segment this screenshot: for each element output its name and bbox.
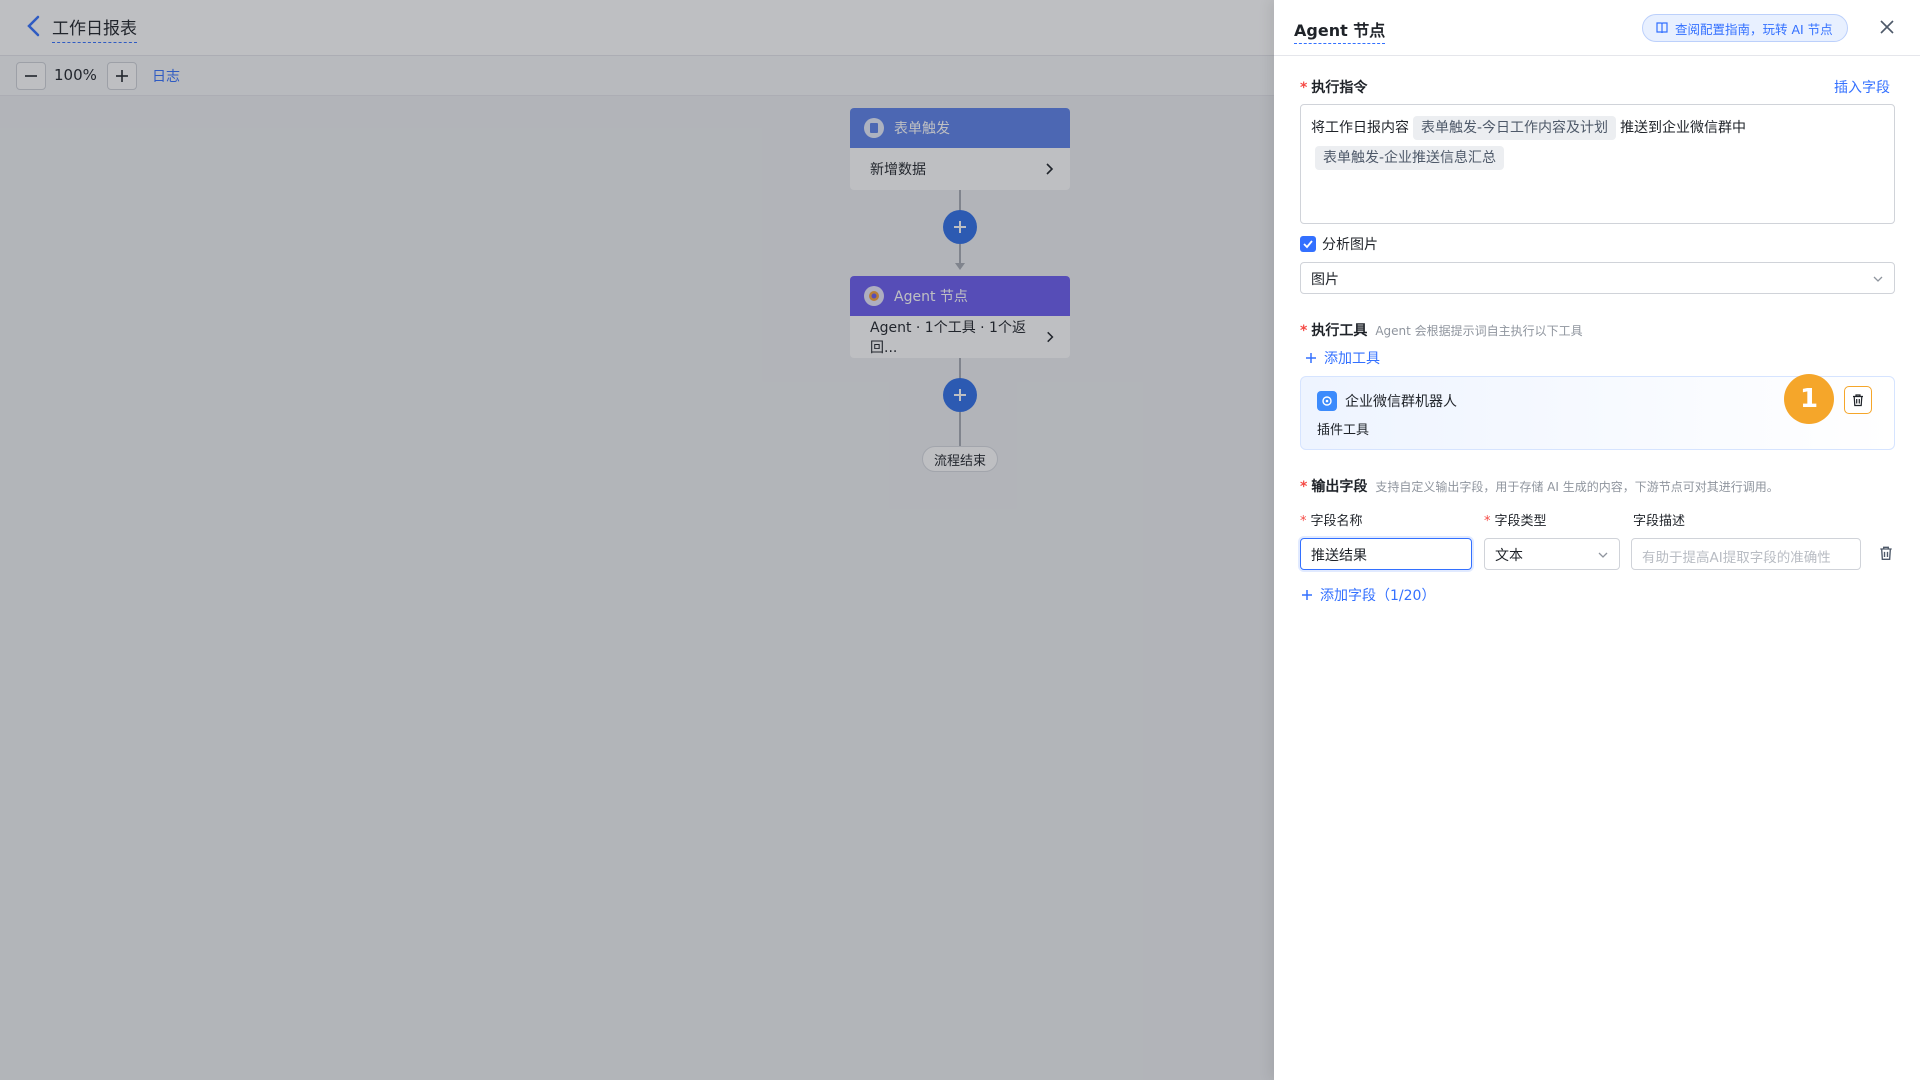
add-field-button[interactable]: 添加字段（1/20） <box>1300 585 1435 605</box>
drawer-header: Agent 节点 查阅配置指南，玩转 AI 节点 <box>1274 0 1920 56</box>
image-field-value: 图片 <box>1311 272 1339 288</box>
field-type-select[interactable]: 文本 <box>1484 538 1620 570</box>
tools-label: * 执行工具 Agent 会根据提示词自主执行以下工具 <box>1300 323 1583 339</box>
field-name-column: * 字段名称 <box>1300 514 1363 529</box>
drawer-title[interactable]: Agent 节点 <box>1294 17 1386 44</box>
field-chip[interactable]: 表单触发-今日工作内容及计划 <box>1413 116 1617 140</box>
modal-overlay[interactable] <box>0 0 1274 1080</box>
trash-icon[interactable] <box>1878 545 1894 561</box>
output-label: * 输出字段 支持自定义输出字段，用于存储 AI 生成的内容，下游节点可对其进行调用… <box>1300 479 1779 495</box>
add-field-label: 添加字段（1/20） <box>1320 588 1436 604</box>
instruction-label: * 执行指令 <box>1300 80 1368 96</box>
field-type-column: * 字段类型 <box>1484 514 1547 529</box>
add-tool-button[interactable]: 添加工具 <box>1304 348 1380 368</box>
step-badge: 1 <box>1784 374 1834 424</box>
image-field-select[interactable]: 图片 <box>1300 262 1895 294</box>
book-icon <box>1656 22 1668 34</box>
field-chip[interactable]: 表单触发-企业推送信息汇总 <box>1315 146 1505 170</box>
insert-field-link[interactable]: 插入字段 <box>1834 77 1890 97</box>
instruction-text: 推送到企业微信群中 <box>1620 120 1747 136</box>
wecom-robot-icon <box>1317 391 1337 411</box>
analyze-image-label[interactable]: 分析图片 <box>1322 234 1378 254</box>
config-guide-label: 查阅配置指南，玩转 AI 节点 <box>1675 21 1833 37</box>
plus-icon <box>1302 590 1312 600</box>
plus-icon <box>1306 353 1316 363</box>
config-guide-button[interactable]: 查阅配置指南，玩转 AI 节点 <box>1642 14 1848 42</box>
output-hint: 支持自定义输出字段，用于存储 AI 生成的内容，下游节点可对其进行调用。 <box>1375 480 1779 494</box>
instruction-editor[interactable]: 将工作日报内容 表单触发-今日工作内容及计划 推送到企业微信群中 表单触发-企业推送… <box>1300 104 1895 224</box>
analyze-image-checkbox[interactable] <box>1300 236 1316 252</box>
tool-type: 插件工具 <box>1317 423 1370 438</box>
close-icon[interactable] <box>1878 18 1896 36</box>
field-desc-input[interactable]: 有助于提高AI提取字段的准确性 <box>1631 538 1861 570</box>
chevron-down-icon <box>1598 552 1608 558</box>
field-name-input[interactable]: 推送结果 <box>1300 538 1472 570</box>
add-tool-label: 添加工具 <box>1324 351 1380 367</box>
agent-config-drawer: Agent 节点 查阅配置指南，玩转 AI 节点 * 执行指令 插入字段 将工作日… <box>1274 0 1920 1080</box>
tool-name: 企业微信群机器人 <box>1345 394 1457 410</box>
trash-icon <box>1853 394 1863 407</box>
tools-hint: Agent 会根据提示词自主执行以下工具 <box>1375 324 1583 338</box>
chevron-down-icon <box>1873 276 1883 282</box>
instruction-text: 将工作日报内容 <box>1311 120 1409 136</box>
field-type-value: 文本 <box>1495 548 1523 564</box>
check-icon <box>1303 240 1313 249</box>
field-desc-column: 字段描述 <box>1633 514 1686 529</box>
delete-tool-button[interactable] <box>1844 386 1872 414</box>
